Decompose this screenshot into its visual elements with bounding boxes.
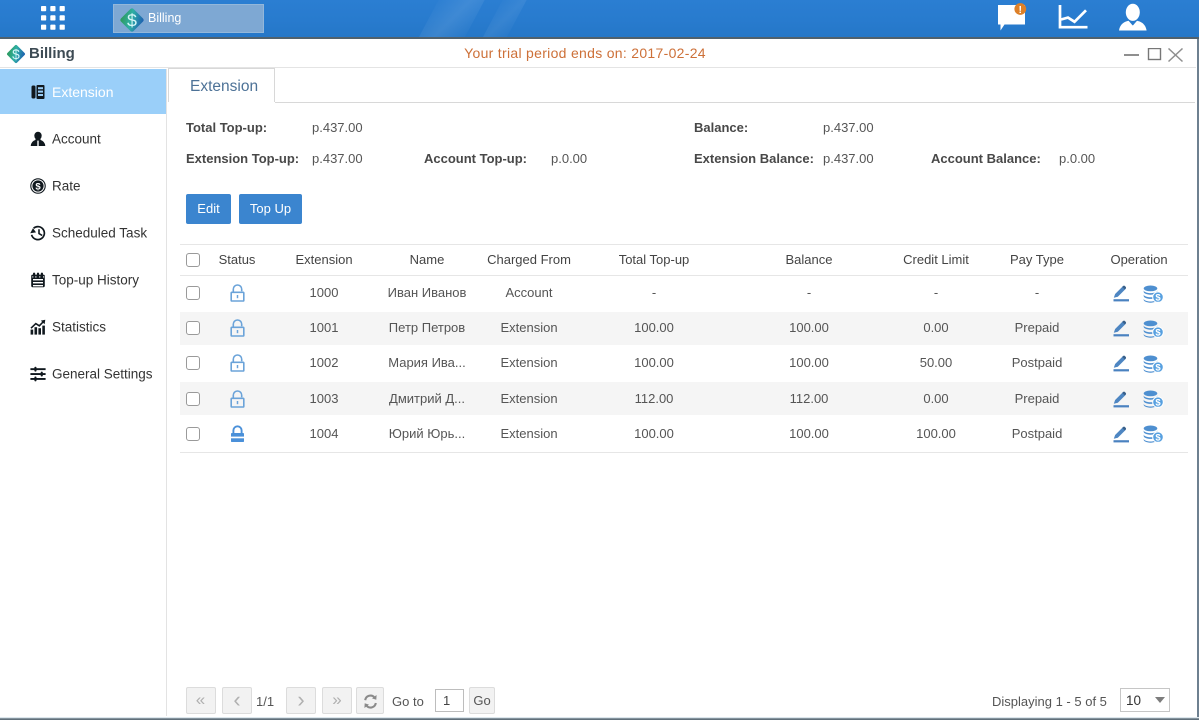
svg-text:$: $ xyxy=(127,10,137,30)
svg-text:$: $ xyxy=(1155,292,1161,302)
svg-text:$: $ xyxy=(1155,327,1161,337)
svg-text:$: $ xyxy=(1155,363,1161,373)
svg-text:!: ! xyxy=(1019,4,1023,16)
svg-text:$: $ xyxy=(1155,433,1161,443)
svg-text:$: $ xyxy=(35,181,41,192)
svg-text:$: $ xyxy=(1155,398,1161,408)
